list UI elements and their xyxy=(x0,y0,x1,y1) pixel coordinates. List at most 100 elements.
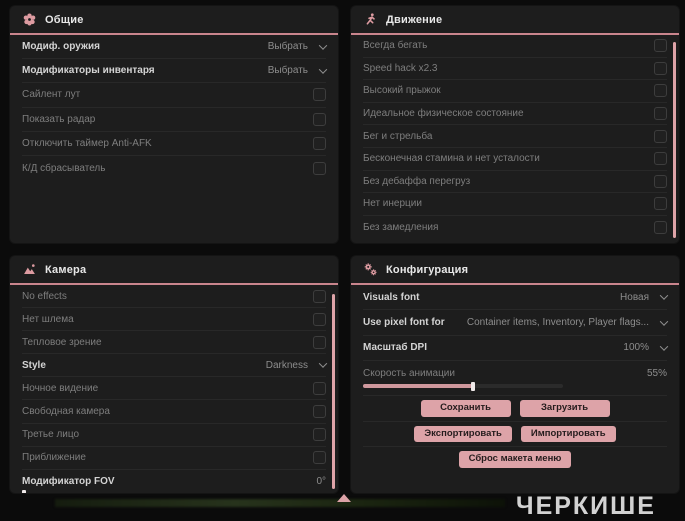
row-label: Модиф. оружия xyxy=(22,41,100,52)
button-row: Сохранить Загрузить xyxy=(363,396,667,421)
action-button[interactable]: Загрузить xyxy=(520,400,610,416)
panel-title: Камера xyxy=(45,264,86,276)
checkbox[interactable] xyxy=(313,451,326,464)
settings-row: Всегда бегать xyxy=(363,35,667,58)
checkbox[interactable] xyxy=(313,336,326,349)
chevron-down-icon xyxy=(319,360,327,368)
dropdown-visuals-font[interactable]: Новая xyxy=(620,292,667,303)
dropdown-use-pixel-font-for[interactable]: Container items, Inventory, Player flags… xyxy=(467,317,667,328)
row-label: Нет шлема xyxy=(22,314,74,325)
panel-title: Движение xyxy=(386,14,442,26)
action-button[interactable]: Сброс макета меню xyxy=(459,451,572,467)
row-label: Модификатор FOV xyxy=(22,476,115,487)
checkbox[interactable] xyxy=(654,197,667,210)
checkbox[interactable] xyxy=(313,405,326,418)
checkbox[interactable] xyxy=(313,162,326,175)
row-label: Третье лицо xyxy=(22,429,79,440)
panel-movement-header: Движение xyxy=(351,6,679,35)
row-label: Ночное видение xyxy=(22,383,98,394)
settings-row: Ночное видение xyxy=(22,377,326,400)
scrollbar[interactable] xyxy=(332,294,335,489)
action-button[interactable]: Экспортировать xyxy=(414,426,511,442)
panel-camera-header: Камера xyxy=(10,256,338,285)
settings-row: Speed hack x2.3 xyxy=(363,58,667,81)
settings-row: Без дебаффа перегруз xyxy=(363,171,667,194)
row-label: Всегда бегать xyxy=(363,40,427,51)
checkbox[interactable] xyxy=(654,62,667,75)
settings-row: Use pixel font forContainer items, Inven… xyxy=(363,310,667,335)
gears-icon xyxy=(364,263,377,276)
action-button[interactable]: Сохранить xyxy=(421,400,511,416)
slider-value: 0° xyxy=(316,476,326,487)
row-label: Высокий прыжок xyxy=(363,85,441,96)
settings-row: Модиф. оружия Выбрать xyxy=(22,35,326,59)
settings-row: No effects xyxy=(22,285,326,308)
row-label: Сайлент лут xyxy=(22,89,80,100)
slider-value: 55% xyxy=(647,368,667,379)
settings-row: Бег и стрельба xyxy=(363,125,667,148)
checkbox[interactable] xyxy=(313,88,326,101)
button-row: Экспортировать Импортировать xyxy=(363,422,667,447)
runner-icon xyxy=(364,13,377,26)
panel-title: Конфигурация xyxy=(386,264,468,276)
row-label: Скорость анимации xyxy=(363,368,455,379)
row-label: Идеальное физическое состояние xyxy=(363,108,524,119)
checkbox[interactable] xyxy=(654,84,667,97)
panel-general: Общие Модиф. оружия Выбрать Модификаторы и… xyxy=(10,6,338,243)
row-label: Отключить таймер Anti-AFK xyxy=(22,138,152,149)
dropdown-модификаторы-инвентаря[interactable]: Выбрать xyxy=(268,65,326,76)
slider-fill xyxy=(363,384,473,388)
settings-row: Приближение xyxy=(22,447,326,470)
checkbox[interactable] xyxy=(313,113,326,126)
settings-row: Идеальное физическое состояние xyxy=(363,103,667,126)
image-icon xyxy=(23,263,36,276)
row-label: Без дебаффа перегруз xyxy=(363,176,470,187)
checkbox[interactable] xyxy=(654,221,667,234)
row-label: Нет инерции xyxy=(363,198,422,209)
chevron-down-icon xyxy=(660,342,668,350)
checkbox[interactable] xyxy=(313,137,326,150)
settings-row: Показать радар xyxy=(22,108,326,132)
settings-row: Высокий прыжок xyxy=(363,80,667,103)
settings-row: Без замедления xyxy=(363,216,667,239)
slider-row-top: Модификатор FOV 0° xyxy=(22,474,326,490)
slider-handle[interactable] xyxy=(471,382,475,391)
checkbox[interactable] xyxy=(313,428,326,441)
row-label: Speed hack x2.3 xyxy=(363,63,438,74)
dropdown-модиф-оружия[interactable]: Выбрать xyxy=(268,41,326,52)
slider-track[interactable] xyxy=(363,384,563,388)
settings-row: Отключить таймер Anti-AFK xyxy=(22,132,326,156)
dropdown-value: Выбрать xyxy=(268,65,308,76)
game-background-strip xyxy=(55,499,505,507)
settings-row: Третье лицо xyxy=(22,424,326,447)
dropdown-value: 100% xyxy=(623,342,649,353)
settings-row: К/Д сбрасыватель xyxy=(22,156,326,180)
checkbox[interactable] xyxy=(654,39,667,52)
settings-row: Нет инерции xyxy=(363,193,667,216)
cursor-triangle xyxy=(337,494,351,502)
dropdown-масштаб-dpi[interactable]: 100% xyxy=(623,342,667,353)
checkbox[interactable] xyxy=(313,290,326,303)
checkbox[interactable] xyxy=(654,107,667,120)
row-label: Visuals font xyxy=(363,292,420,303)
panel-title: Общие xyxy=(45,14,84,26)
settings-row: Бесконечная стамина и нет усталости xyxy=(363,148,667,171)
checkbox[interactable] xyxy=(654,130,667,143)
checkbox[interactable] xyxy=(654,175,667,188)
row-label: Свободная камера xyxy=(22,406,110,417)
flower-icon xyxy=(23,13,36,26)
slider-row: Модификатор FOV 0° xyxy=(22,470,326,493)
action-button[interactable]: Импортировать xyxy=(521,426,616,442)
checkbox[interactable] xyxy=(313,382,326,395)
slider-row: Скорость анимации 55% xyxy=(363,361,667,396)
dropdown-style[interactable]: Darkness xyxy=(266,360,326,371)
dropdown-value: Выбрать xyxy=(268,41,308,52)
slider-row-top: Скорость анимации 55% xyxy=(363,365,667,381)
panel-general-header: Общие xyxy=(10,6,338,35)
checkbox[interactable] xyxy=(313,313,326,326)
row-label: Бесконечная стамина и нет усталости xyxy=(363,153,540,164)
row-label: Модификаторы инвентаря xyxy=(22,65,155,76)
slider-handle[interactable] xyxy=(22,490,26,493)
checkbox[interactable] xyxy=(654,152,667,165)
scrollbar[interactable] xyxy=(673,42,676,238)
